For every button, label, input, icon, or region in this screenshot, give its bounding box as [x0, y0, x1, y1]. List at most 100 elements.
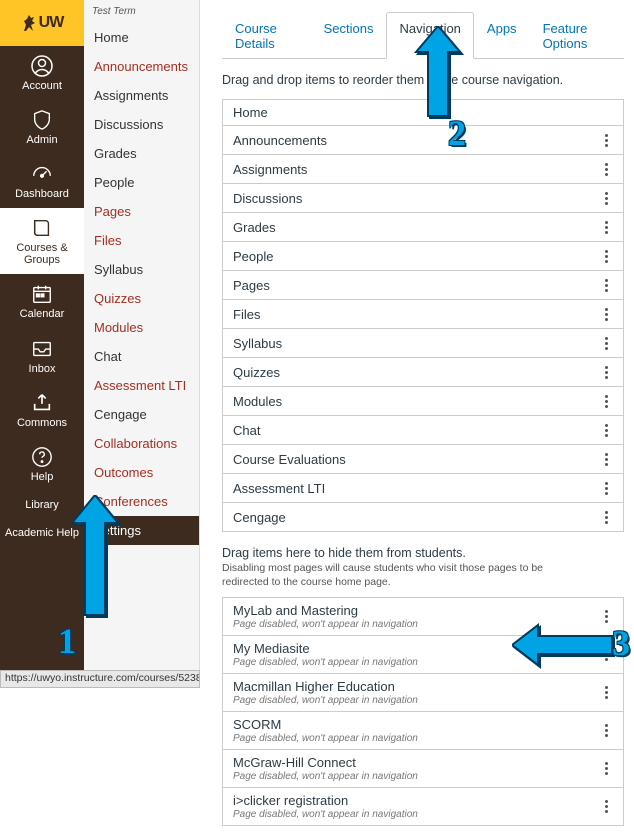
nav-item-row-disabled[interactable]: MyLab and MasteringPage disabled, won't … [223, 598, 623, 636]
course-nav-cengage[interactable]: Cengage [84, 400, 199, 429]
disabled-note: Page disabled, won't appear in navigatio… [233, 771, 418, 782]
global-nav-dashboard[interactable]: Dashboard [0, 154, 84, 208]
nav-item-row[interactable]: Assessment LTI [223, 474, 623, 503]
kebab-icon[interactable] [599, 189, 613, 207]
nav-item-row-disabled[interactable]: McGraw-Hill ConnectPage disabled, won't … [223, 750, 623, 788]
bucking-horse-icon [21, 13, 37, 33]
disabled-note: Page disabled, won't appear in navigatio… [233, 809, 418, 820]
course-nav: Test Term HomeAnnouncementsAssignmentsDi… [84, 0, 200, 670]
tab-apps[interactable]: Apps [474, 12, 530, 59]
course-nav-people[interactable]: People [84, 168, 199, 197]
course-nav-assignments[interactable]: Assignments [84, 81, 199, 110]
course-nav-grades[interactable]: Grades [84, 139, 199, 168]
nav-item-row-disabled[interactable]: Macmillan Higher EducationPage disabled,… [223, 674, 623, 712]
nav-item-row[interactable]: Assignments [223, 155, 623, 184]
nav-item-label: Pages [233, 278, 270, 293]
institution-logo[interactable]: UW [0, 0, 84, 46]
kebab-icon[interactable] [599, 798, 613, 816]
kebab-icon[interactable] [599, 722, 613, 740]
kebab-icon[interactable] [599, 334, 613, 352]
course-nav-chat[interactable]: Chat [84, 342, 199, 371]
course-nav-settings[interactable]: Settings [84, 516, 199, 545]
nav-item-row[interactable]: Quizzes [223, 358, 623, 387]
inbox-icon [30, 337, 54, 361]
kebab-icon[interactable] [599, 684, 613, 702]
disabled-nav-list[interactable]: MyLab and Mastering Page disabled, won't … [222, 597, 624, 826]
kebab-icon[interactable] [599, 760, 613, 778]
nav-item-label: MyLab and Mastering [233, 603, 418, 618]
kebab-icon[interactable] [599, 305, 613, 323]
kebab-icon[interactable] [599, 608, 613, 626]
enabled-nav-list[interactable]: HomeAnnouncementsAssignmentsDiscussionsG… [222, 99, 624, 532]
kebab-icon[interactable] [599, 421, 613, 439]
kebab-icon[interactable] [599, 646, 613, 664]
kebab-icon[interactable] [599, 450, 613, 468]
course-nav-syllabus[interactable]: Syllabus [84, 255, 199, 284]
course-nav-announcements[interactable]: Announcements [84, 52, 199, 81]
global-nav: UW Account Admin Dashboard Courses & Groups… [0, 0, 84, 688]
kebab-icon[interactable] [599, 160, 613, 178]
course-term: Test Term [84, 6, 199, 23]
kebab-icon[interactable] [599, 218, 613, 236]
course-nav-quizzes[interactable]: Quizzes [84, 284, 199, 313]
status-bar-url: https://uwyo.instructure.com/courses/523… [0, 670, 200, 688]
nav-label: Calendar [20, 308, 65, 320]
nav-item-row[interactable]: Announcements [223, 126, 623, 155]
global-nav-library[interactable]: Library [0, 491, 84, 519]
nav-item-row[interactable]: Course Evaluations [223, 445, 623, 474]
nav-item-row[interactable]: Files [223, 300, 623, 329]
drag-instruction: Drag and drop items to reorder them in t… [222, 73, 624, 87]
nav-item-row-disabled[interactable]: i>clicker registrationPage disabled, won… [223, 788, 623, 825]
kebab-icon[interactable] [599, 131, 613, 149]
nav-item-row-disabled[interactable]: My MediasitePage disabled, won't appear … [223, 636, 623, 674]
nav-item-row[interactable]: Discussions [223, 184, 623, 213]
nav-label: Dashboard [15, 188, 69, 200]
course-nav-collaborations[interactable]: Collaborations [84, 429, 199, 458]
help-icon [30, 445, 54, 469]
nav-item-label: Chat [233, 423, 260, 438]
course-nav-files[interactable]: Files [84, 226, 199, 255]
global-nav-help[interactable]: Help [0, 437, 84, 491]
nav-item-row[interactable]: Modules [223, 387, 623, 416]
nav-label: Help [31, 471, 54, 483]
global-nav-admin[interactable]: Admin [0, 100, 84, 154]
tab-feature-options[interactable]: Feature Options [530, 12, 624, 59]
nav-item-row[interactable]: People [223, 242, 623, 271]
global-nav-academic-help[interactable]: Academic Help [0, 519, 84, 547]
nav-item-row[interactable]: Pages [223, 271, 623, 300]
share-icon [30, 391, 54, 415]
nav-item-row[interactable]: Cengage [223, 503, 623, 531]
nav-item-row[interactable]: Grades [223, 213, 623, 242]
global-nav-account[interactable]: Account [0, 46, 84, 100]
course-nav-conferences[interactable]: Conferences [84, 487, 199, 516]
tab-sections[interactable]: Sections [311, 12, 387, 59]
user-icon [30, 54, 54, 78]
course-nav-assessment-lti[interactable]: Assessment LTI [84, 371, 199, 400]
course-nav-discussions[interactable]: Discussions [84, 110, 199, 139]
kebab-icon[interactable] [599, 392, 613, 410]
course-nav-outcomes[interactable]: Outcomes [84, 458, 199, 487]
nav-item-label: Cengage [233, 510, 286, 525]
nav-item-row[interactable]: Syllabus [223, 329, 623, 358]
kebab-icon[interactable] [599, 247, 613, 265]
nav-item-label: i>clicker registration [233, 793, 418, 808]
kebab-icon[interactable] [599, 508, 613, 526]
global-nav-commons[interactable]: Commons [0, 383, 84, 437]
global-nav-calendar[interactable]: Calendar [0, 274, 84, 328]
kebab-icon[interactable] [599, 363, 613, 381]
tab-course-details[interactable]: Course Details [222, 12, 311, 59]
tab-navigation[interactable]: Navigation [386, 12, 473, 59]
nav-item-row[interactable]: Chat [223, 416, 623, 445]
nav-item-row[interactable]: Home [223, 100, 623, 126]
global-nav-courses-groups[interactable]: Courses & Groups [0, 208, 84, 274]
nav-label: Account [22, 80, 62, 92]
course-nav-pages[interactable]: Pages [84, 197, 199, 226]
nav-item-row-disabled[interactable]: SCORMPage disabled, won't appear in navi… [223, 712, 623, 750]
kebab-icon[interactable] [599, 276, 613, 294]
nav-label: Admin [26, 134, 57, 146]
global-nav-inbox[interactable]: Inbox [0, 329, 84, 383]
course-nav-home[interactable]: Home [84, 23, 199, 52]
course-nav-modules[interactable]: Modules [84, 313, 199, 342]
hide-sub-instruction: Disabling most pages will cause students… [222, 562, 562, 589]
kebab-icon[interactable] [599, 479, 613, 497]
